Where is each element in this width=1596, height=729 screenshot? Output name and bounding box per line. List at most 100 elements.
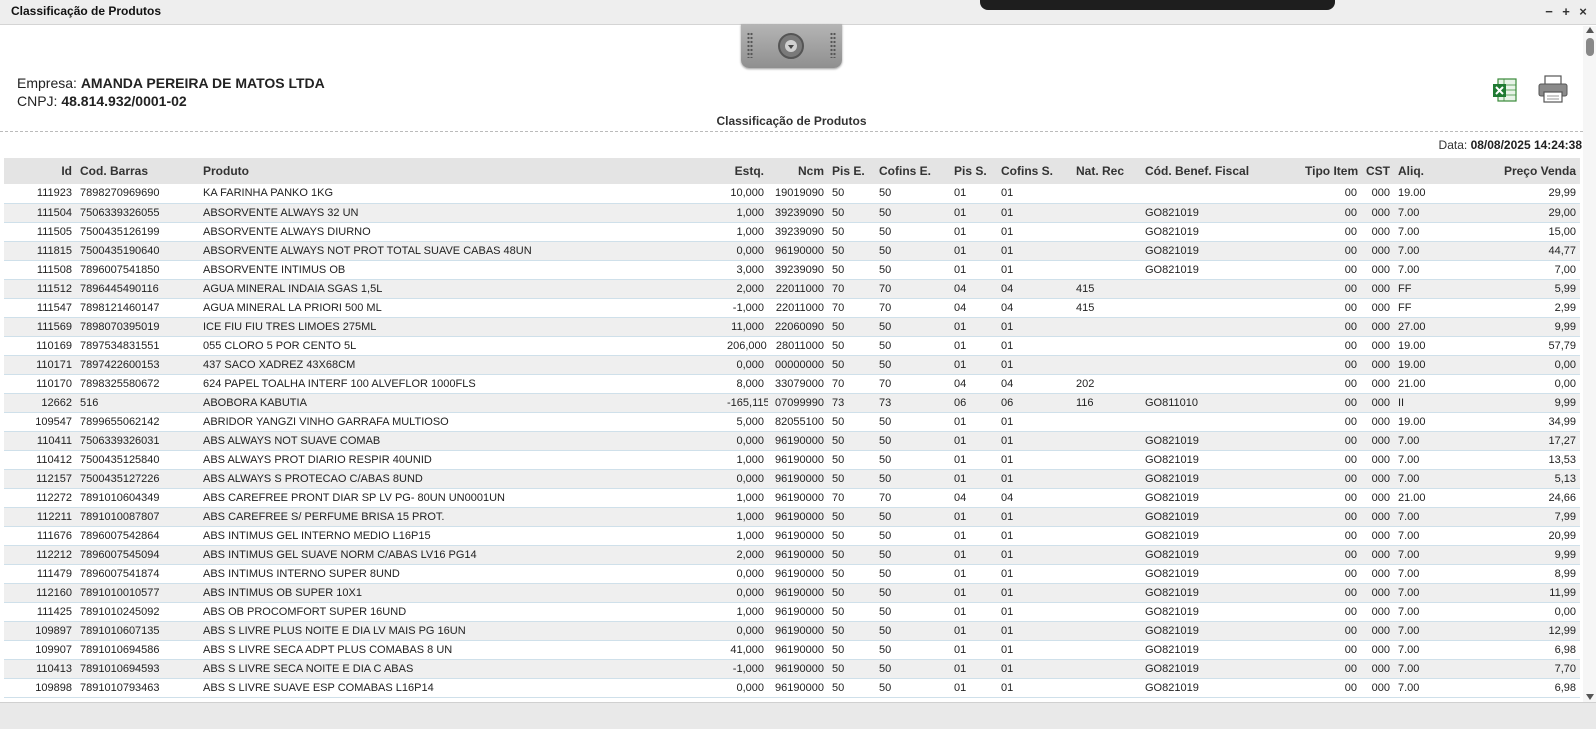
cell-pis-in: 50 (832, 643, 845, 656)
table-row[interactable]: 112157 7500435127226 ABS ALWAYS S PROTECAO… (4, 469, 1580, 488)
collapse-handle-icon[interactable] (778, 33, 804, 59)
cell-nat-rec (1072, 659, 1141, 678)
cell-benefit-code: GO821019 (1145, 643, 1199, 656)
cell-cofins-out: 01 (1001, 358, 1014, 371)
cell-ncm: 96190000 (775, 472, 824, 485)
table-row[interactable]: 109898 7891010793463 ABS S LIVRE SUAVE ESP… (4, 678, 1580, 697)
vertical-scrollbar[interactable] (1583, 26, 1596, 702)
excel-export-icon[interactable] (1492, 77, 1518, 103)
table-row[interactable]: 111505 7500435126199 ABSORVENTE ALWAYS DIU… (4, 222, 1580, 241)
cell-ncm: 96190000 (775, 605, 824, 618)
cell-stock: 1,000 (736, 491, 764, 504)
cell-nat-rec (1072, 260, 1141, 279)
cell-pis-out: 01 (954, 605, 967, 618)
column-header-pis-out[interactable]: Pis S. (950, 158, 997, 184)
table-row[interactable]: 109547 7899655062142 ABRIDOR YANGZI VINHO … (4, 412, 1580, 431)
table-row[interactable]: 111504 7506339326055 ABSORVENTE ALWAYS 32 … (4, 203, 1580, 222)
table-row[interactable]: 109907 7891010694586 ABS S LIVRE SECA ADPT… (4, 640, 1580, 659)
column-header-price[interactable]: Preço Venda (1466, 158, 1580, 184)
cell-product: ABRIDOR YANGZI VINHO GARRAFA MULTIOSO (203, 415, 449, 428)
cell-product: ABS ALWAYS PROT DIARIO RESPIR 40UNID (203, 453, 432, 466)
table-row[interactable]: 111547 7898121460147 AGUA MINERAL LA PRIOR… (4, 298, 1580, 317)
cell-benefit-code: GO821019 (1145, 472, 1199, 485)
cell-cofins-out: 01 (1001, 320, 1014, 333)
column-header-stock[interactable]: Estq. (723, 158, 768, 184)
table-row[interactable]: 112160 7891010010577 ABS INTIMUS OB SUPER … (4, 583, 1580, 602)
minimize-button[interactable]: − (1542, 5, 1556, 19)
cell-pis-out: 01 (954, 472, 967, 485)
empresa-value: AMANDA PEREIRA DE MATOS LTDA (80, 75, 325, 91)
cell-ncm: 96190000 (775, 491, 824, 504)
maximize-button[interactable]: + (1559, 5, 1573, 19)
table-row[interactable]: 111815 7500435190640 ABSORVENTE ALWAYS NOT… (4, 241, 1580, 260)
cell-ncm: 00000000 (775, 358, 824, 371)
column-header-cofins-out[interactable]: Cofins S. (997, 158, 1072, 184)
table-row[interactable]: 111479 7896007541874 ABS INTIMUS INTERNO S… (4, 564, 1580, 583)
table-row[interactable]: 112211 7891010087807 ABS CAREFREE S/ PERFU… (4, 507, 1580, 526)
cell-price: 34,99 (1548, 415, 1576, 428)
products-table-container[interactable]: Id Cod. Barras Produto Estq. Ncm Pis E. Cofins… (4, 158, 1580, 698)
column-header-cofins-in[interactable]: Cofins E. (875, 158, 950, 184)
column-header-item-type[interactable]: Tipo Item (1301, 158, 1361, 184)
cell-pis-in: 50 (832, 681, 845, 694)
column-header-benefit-code[interactable]: Cód. Benef. Fiscal (1141, 158, 1301, 184)
cell-item-type: 00 (1344, 377, 1357, 390)
table-row[interactable]: 110171 7897422600153 437 SACO XADREZ 43X68… (4, 355, 1580, 374)
cell-aliq: 27.00 (1398, 320, 1426, 333)
cell-cofins-in: 50 (879, 187, 892, 200)
table-row[interactable]: 110411 7506339326031 ABS ALWAYS NOT SUAVE … (4, 431, 1580, 450)
cell-pis-out: 01 (954, 263, 967, 276)
table-row[interactable]: 111569 7898070395019 ICE FIU FIU TRES LIMO… (4, 317, 1580, 336)
cell-id: 111505 (36, 225, 72, 238)
cell-nat-rec (1072, 621, 1141, 640)
table-row[interactable]: 112212 7896007545094 ABS INTIMUS GEL SUAVE… (4, 545, 1580, 564)
cell-pis-in: 70 (832, 491, 845, 504)
cell-barcode: 7891010694593 (80, 662, 160, 675)
column-header-ncm[interactable]: Ncm (768, 158, 828, 184)
cell-ncm: 39239090 (775, 225, 824, 238)
cell-cst: 000 (1371, 434, 1390, 447)
table-row[interactable]: 109897 7891010607135 ABS S LIVRE PLUS NOIT… (4, 621, 1580, 640)
scroll-up-icon[interactable] (1586, 27, 1594, 33)
cell-benefit-code: GO821019 (1145, 206, 1199, 219)
cell-cst: 000 (1371, 396, 1390, 409)
table-row[interactable]: 12662 516 ABOBORA KABUTIA -165,115 07099990 7… (4, 393, 1580, 412)
scroll-thumb[interactable] (1586, 38, 1594, 56)
cell-stock: 0,000 (736, 624, 764, 637)
cell-pis-out: 04 (954, 301, 967, 314)
cell-product: 624 PAPEL TOALHA INTERF 100 ALVEFLOR 100… (203, 377, 476, 390)
table-row[interactable]: 111512 7896445490116 AGUA MINERAL INDAIA S… (4, 279, 1580, 298)
cell-id: 111676 (36, 529, 72, 542)
table-row[interactable]: 110412 7500435125840 ABS ALWAYS PROT DIARI… (4, 450, 1580, 469)
close-button[interactable]: × (1576, 5, 1590, 19)
cell-price: 12,99 (1548, 624, 1576, 637)
table-row[interactable]: 111508 7896007541850 ABSORVENTE INTIMUS OB… (4, 260, 1580, 279)
table-row[interactable]: 111676 7896007542864 ABS INTIMUS GEL INTER… (4, 526, 1580, 545)
column-header-cst[interactable]: CST (1361, 158, 1394, 184)
table-row[interactable]: 111923 7898270969690 KA FARINHA PANKO 1KG 1… (4, 184, 1580, 203)
cell-price: 24,66 (1548, 491, 1576, 504)
scroll-down-icon[interactable] (1586, 694, 1594, 700)
cell-product: ABS S LIVRE PLUS NOITE E DIA LV MAIS PG … (203, 624, 466, 637)
dashed-divider (0, 131, 1583, 132)
column-header-id[interactable]: Id (4, 158, 76, 184)
collapse-handle[interactable] (741, 24, 842, 68)
cell-pis-in: 50 (832, 339, 845, 352)
column-header-barcode[interactable]: Cod. Barras (76, 158, 199, 184)
cell-benefit-code: GO821019 (1145, 624, 1199, 637)
cnpj-label: CNPJ: (17, 93, 58, 109)
cell-product: ABS S LIVRE SECA NOITE E DIA C ABAS (203, 662, 414, 675)
cell-cofins-in: 50 (879, 586, 892, 599)
column-header-aliq[interactable]: Aliq. (1394, 158, 1466, 184)
table-row[interactable]: 112272 7891010604349 ABS CAREFREE PRONT DI… (4, 488, 1580, 507)
cell-barcode: 7898070395019 (80, 320, 160, 333)
column-header-product[interactable]: Produto (199, 158, 723, 184)
column-header-pis-in[interactable]: Pis E. (828, 158, 875, 184)
column-header-nat-rec[interactable]: Nat. Rec (1072, 158, 1141, 184)
printer-icon[interactable] (1537, 74, 1569, 104)
table-row[interactable]: 110170 7898325580672 624 PAPEL TOALHA INTE… (4, 374, 1580, 393)
table-row[interactable]: 110413 7891010694593 ABS S LIVRE SECA NOIT… (4, 659, 1580, 678)
table-row[interactable]: 111425 7891010245092 ABS OB PROCOMFORT SUP… (4, 602, 1580, 621)
cell-barcode: 7506339326055 (80, 206, 160, 219)
table-row[interactable]: 110169 7897534831551 055 CLORO 5 POR CENTO… (4, 336, 1580, 355)
